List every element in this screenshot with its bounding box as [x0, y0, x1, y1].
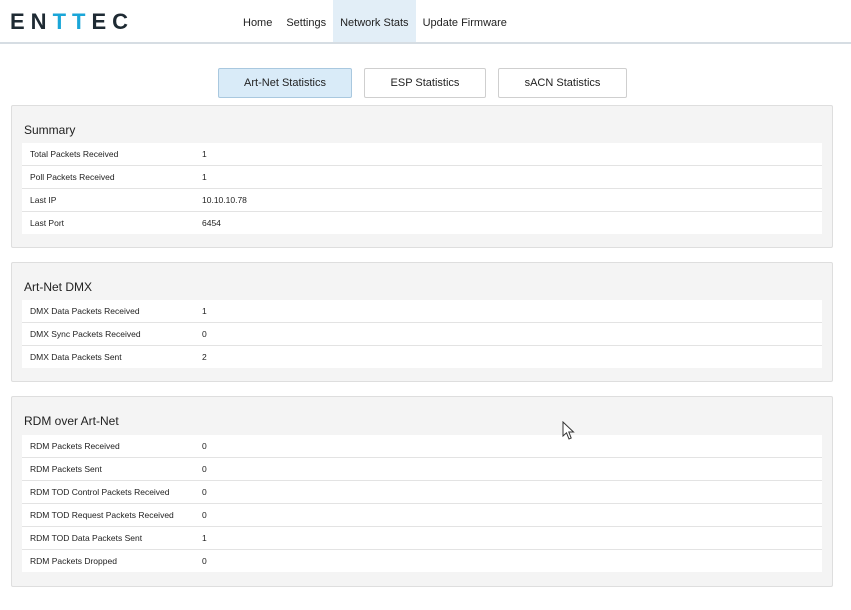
table-row: RDM TOD Data Packets Sent 1	[22, 527, 822, 550]
row-label: Poll Packets Received	[30, 172, 115, 182]
table-row: Last Port 6454	[22, 212, 822, 234]
logo-text-right: EC	[91, 9, 135, 34]
row-label: RDM TOD Control Packets Received	[30, 487, 170, 497]
row-label: Last IP	[30, 195, 57, 205]
sacn-statistics-button[interactable]: sACN Statistics	[498, 68, 627, 98]
table-row: RDM TOD Request Packets Received 0	[22, 504, 822, 527]
row-label: RDM Packets Dropped	[30, 556, 117, 566]
artnet-dmx-panel: Art-Net DMX DMX Data Packets Received 1 …	[11, 262, 833, 382]
row-value: 10.10.10.78	[202, 195, 247, 205]
table-row: Total Packets Received 1	[22, 143, 822, 166]
nav-home[interactable]: Home	[236, 0, 279, 42]
rdm-title: RDM over Art-Net	[24, 414, 119, 428]
row-label: Last Port	[30, 218, 65, 228]
nav-settings[interactable]: Settings	[279, 0, 333, 42]
row-value: 0	[202, 487, 207, 497]
row-value: 0	[202, 510, 207, 520]
table-row: Poll Packets Received 1	[22, 166, 822, 189]
rdm-panel: RDM over Art-Net RDM Packets Received 0 …	[11, 396, 833, 587]
logo-text-left: EN	[10, 9, 53, 34]
row-label: DMX Data Packets Sent	[30, 352, 122, 362]
artnet-statistics-button[interactable]: Art-Net Statistics	[218, 68, 352, 98]
row-value: 6454	[202, 218, 221, 228]
row-label: Total Packets Received	[30, 149, 119, 159]
table-row: RDM Packets Sent 0	[22, 458, 822, 481]
row-label: RDM Packets Received	[30, 441, 120, 451]
nav-update-firmware[interactable]: Update Firmware	[416, 0, 514, 42]
statistics-tab-group: Art-Net Statistics ESP Statistics sACN S…	[0, 68, 851, 98]
mouse-pointer-icon	[562, 421, 575, 440]
row-value: 0	[202, 329, 207, 339]
nav-network-stats[interactable]: Network Stats	[333, 0, 416, 42]
row-value: 0	[202, 556, 207, 566]
row-value: 0	[202, 441, 207, 451]
row-label: DMX Sync Packets Received	[30, 329, 141, 339]
artnet-dmx-rows: DMX Data Packets Received 1 DMX Sync Pac…	[22, 300, 822, 368]
row-value: 1	[202, 149, 207, 159]
summary-title: Summary	[24, 123, 76, 137]
row-label: RDM Packets Sent	[30, 464, 102, 474]
table-row: RDM Packets Received 0	[22, 435, 822, 458]
row-label: RDM TOD Request Packets Received	[30, 510, 174, 520]
row-value: 0	[202, 464, 207, 474]
header-divider	[0, 42, 851, 44]
table-row: DMX Data Packets Received 1	[22, 300, 822, 323]
row-value: 1	[202, 306, 207, 316]
row-label: RDM TOD Data Packets Sent	[30, 533, 143, 543]
row-value: 1	[202, 172, 207, 182]
row-value: 2	[202, 352, 207, 362]
summary-panel: Summary Total Packets Received 1 Poll Pa…	[11, 105, 833, 248]
artnet-dmx-title: Art-Net DMX	[24, 280, 93, 294]
rdm-rows: RDM Packets Received 0 RDM Packets Sent …	[22, 435, 822, 572]
table-row: DMX Data Packets Sent 2	[22, 346, 822, 368]
table-row: RDM TOD Control Packets Received 0	[22, 481, 822, 504]
row-label: DMX Data Packets Received	[30, 306, 140, 316]
table-row: RDM Packets Dropped 0	[22, 550, 822, 572]
table-row: Last IP 10.10.10.78	[22, 189, 822, 212]
main-nav: Home Settings Network Stats Update Firmw…	[236, 0, 514, 42]
logo-text-accent: TT	[52, 9, 92, 34]
enttec-logo[interactable]: ENTTEC	[10, 9, 134, 35]
top-header: ENTTEC Home Settings Network Stats Updat…	[0, 0, 851, 44]
esp-statistics-button[interactable]: ESP Statistics	[364, 68, 486, 98]
row-value: 1	[202, 533, 207, 543]
table-row: DMX Sync Packets Received 0	[22, 323, 822, 346]
summary-rows: Total Packets Received 1 Poll Packets Re…	[22, 143, 822, 234]
